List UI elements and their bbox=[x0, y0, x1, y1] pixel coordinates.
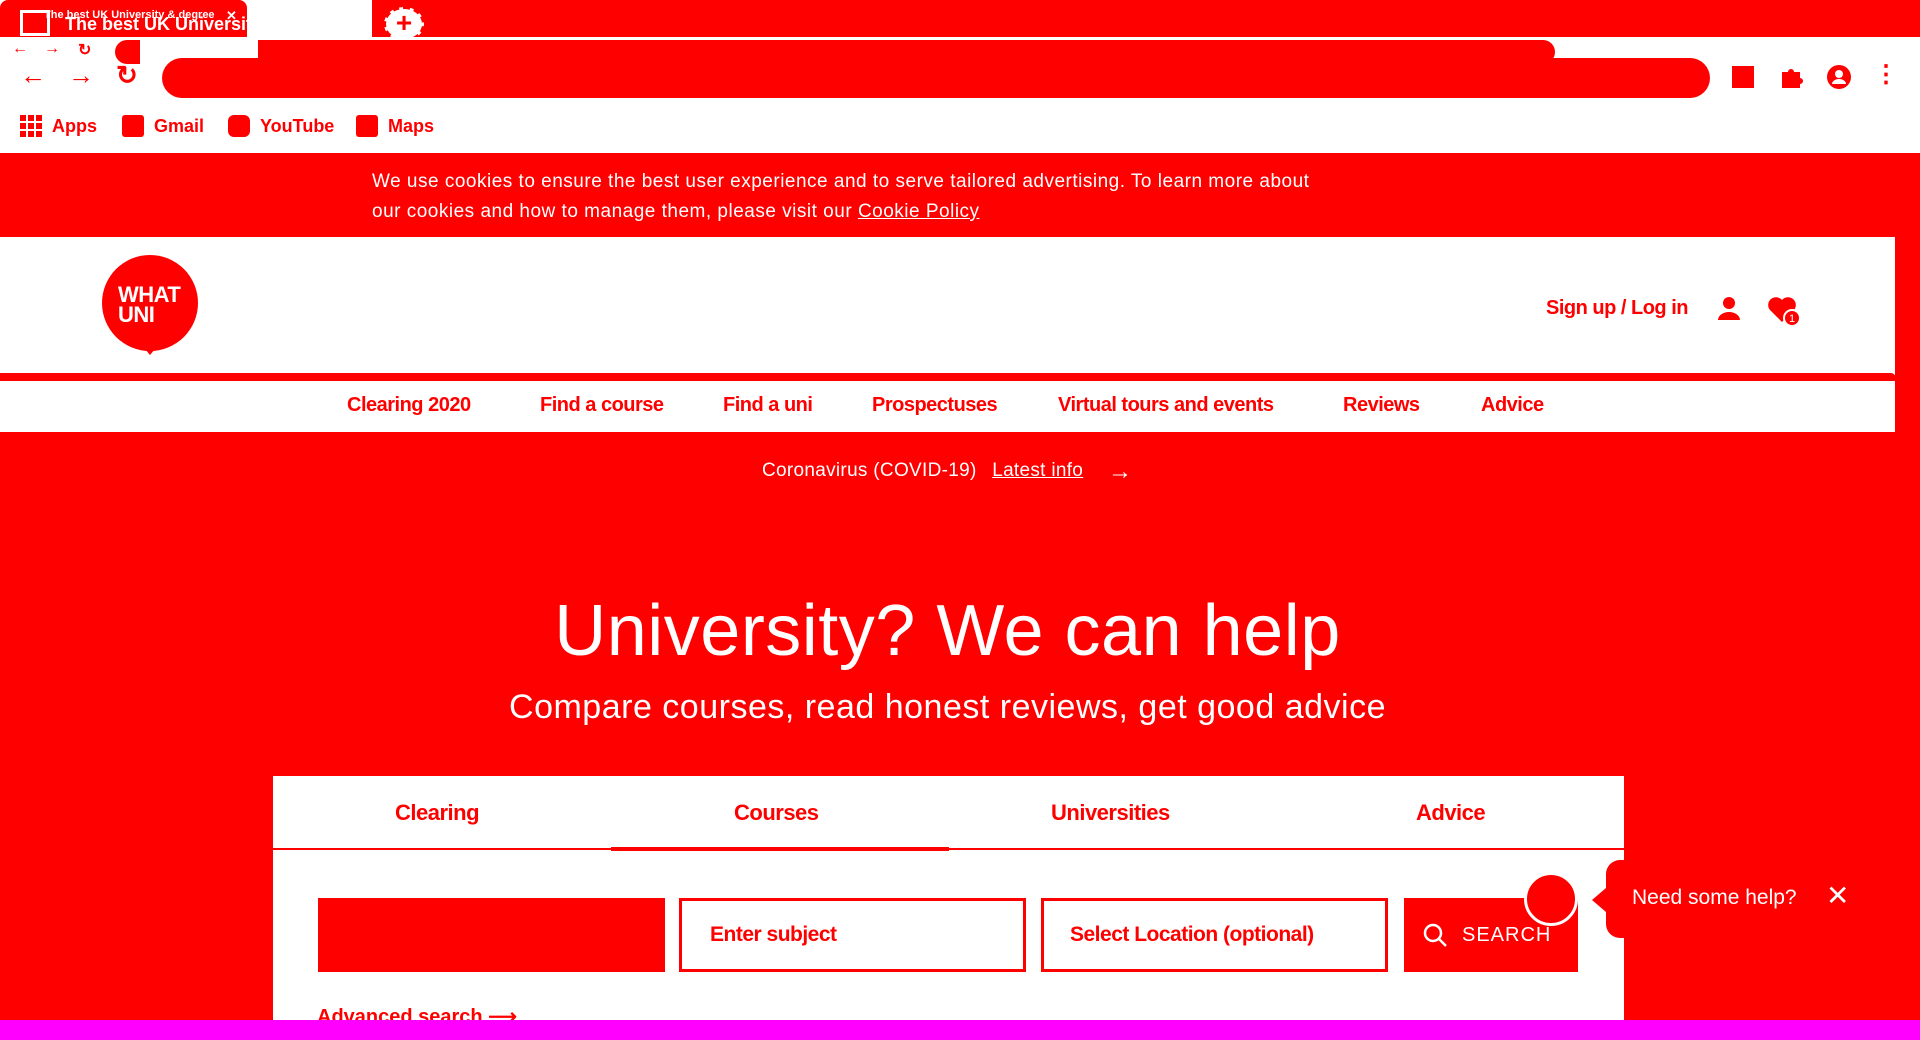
wishlist-count: 1 bbox=[1789, 313, 1795, 325]
puzzle-icon[interactable] bbox=[1778, 64, 1804, 90]
cookie-line-1: We use cookies to ensure the best user e… bbox=[372, 171, 1310, 192]
menu-kebab-icon[interactable]: ⋮ bbox=[1874, 60, 1898, 89]
cookie-banner: We use cookies to ensure the best user e… bbox=[0, 153, 1920, 237]
subject-input[interactable]: Enter subject bbox=[679, 898, 1026, 972]
search-icon bbox=[1423, 923, 1447, 947]
user-icon[interactable] bbox=[1716, 295, 1742, 321]
cookie-policy-link[interactable]: Cookie Policy bbox=[858, 201, 980, 222]
cookie-line-2: our cookies and how to manage them, plea… bbox=[372, 201, 853, 222]
forward-small-icon[interactable]: → bbox=[44, 40, 60, 58]
restore-icon[interactable]: ⧉ bbox=[1800, 8, 1813, 29]
search-button-label: SEARCH bbox=[1462, 924, 1552, 946]
tab-clearing[interactable]: Clearing bbox=[395, 800, 480, 826]
logo-line-2: UNI bbox=[118, 302, 155, 327]
bookmark-youtube[interactable]: YouTube bbox=[228, 115, 334, 137]
site-header: WHAT UNI Sign up / Log in 1 bbox=[0, 237, 1895, 375]
covid-latest-info-link[interactable]: Latest info bbox=[992, 460, 1083, 481]
location-select[interactable]: Select Location (optional) bbox=[1041, 898, 1388, 972]
extension-square-icon[interactable] bbox=[1730, 64, 1756, 90]
address-bar[interactable] bbox=[162, 58, 1710, 98]
back-small-icon[interactable]: ← bbox=[12, 40, 28, 58]
maps-icon bbox=[356, 115, 378, 137]
bookmark-maps[interactable]: Maps bbox=[356, 115, 434, 137]
profile-icon[interactable] bbox=[1826, 64, 1852, 90]
qualification-select[interactable] bbox=[318, 898, 665, 972]
bookmark-label: Apps bbox=[52, 115, 97, 136]
search-panel: Clearing Courses Universities Advice Ent… bbox=[273, 776, 1624, 1040]
hero-subtitle: Compare courses, read honest reviews, ge… bbox=[509, 688, 1386, 726]
apps-grid-icon bbox=[20, 115, 42, 137]
tab-universities[interactable]: Universities bbox=[1051, 800, 1170, 826]
active-tab-indicator bbox=[611, 847, 949, 851]
nav-clearing-2020[interactable]: Clearing 2020 bbox=[347, 394, 471, 417]
chat-text: Need some help? bbox=[1632, 886, 1797, 909]
tab-advice[interactable]: Advice bbox=[1416, 800, 1486, 826]
bookmark-gmail[interactable]: Gmail bbox=[122, 115, 204, 137]
close-window-icon[interactable]: ✕ bbox=[1876, 8, 1891, 29]
reload-small-icon[interactable]: ↻ bbox=[78, 40, 91, 60]
gmail-icon bbox=[122, 115, 144, 137]
location-placeholder: Select Location (optional) bbox=[1070, 923, 1314, 946]
tab-courses[interactable]: Courses bbox=[734, 800, 819, 826]
bottom-strip bbox=[0, 1020, 1920, 1040]
bookmark-apps[interactable]: Apps bbox=[20, 115, 97, 137]
header-divider bbox=[0, 373, 1895, 381]
hero-title: University? We can help bbox=[554, 591, 1341, 671]
nav-prospectuses[interactable]: Prospectuses bbox=[872, 394, 998, 417]
nav-reviews[interactable]: Reviews bbox=[1343, 394, 1420, 417]
whatuni-logo[interactable]: WHAT UNI bbox=[102, 255, 198, 355]
main-nav: Clearing 2020 Find a course Find a uni P… bbox=[0, 381, 1895, 432]
reload-icon[interactable]: ↻ bbox=[116, 60, 138, 91]
restore-small-icon[interactable]: ❐ bbox=[1842, 4, 1855, 21]
new-tab-button[interactable]: + bbox=[384, 7, 424, 41]
logo-text: WHAT UNI bbox=[118, 284, 181, 327]
subject-placeholder: Enter subject bbox=[710, 923, 837, 946]
minimize-icon[interactable]: — bbox=[1740, 8, 1758, 29]
bookmark-label: YouTube bbox=[260, 115, 335, 136]
nav-advice[interactable]: Advice bbox=[1481, 394, 1544, 417]
bookmark-label: Gmail bbox=[154, 115, 205, 136]
covid-notice: Coronavirus (COVID-19) Latest info bbox=[762, 460, 1083, 482]
cookie-text: We use cookies to ensure the best user e… bbox=[372, 167, 1332, 227]
chat-close-icon[interactable]: ✕ bbox=[1826, 882, 1849, 910]
covid-text: Coronavirus (COVID-19) bbox=[762, 460, 977, 481]
nav-virtual-tours[interactable]: Virtual tours and events bbox=[1058, 394, 1274, 417]
browser-window: The best UK University & degree The best… bbox=[0, 0, 1920, 1040]
heart-icon[interactable]: 1 bbox=[1766, 292, 1802, 328]
back-icon[interactable]: ← bbox=[20, 60, 46, 91]
forward-icon[interactable]: → bbox=[68, 60, 94, 91]
chat-avatar[interactable] bbox=[1524, 872, 1578, 926]
signin-link[interactable]: Sign up / Log in bbox=[1546, 297, 1688, 320]
bookmarks-bar: Apps Gmail YouTube Maps bbox=[0, 105, 1920, 145]
arrow-right-icon[interactable]: → bbox=[1108, 460, 1132, 484]
bookmark-label: Maps bbox=[388, 115, 435, 136]
nav-find-a-uni[interactable]: Find a uni bbox=[723, 394, 813, 417]
nav-find-a-course[interactable]: Find a course bbox=[540, 394, 664, 417]
youtube-icon bbox=[228, 115, 250, 137]
browser-tab[interactable]: The best UK University & degree The best… bbox=[0, 0, 262, 37]
chat-bubble[interactable]: Need some help? ✕ bbox=[1592, 860, 1920, 938]
tab-close-icon[interactable]: ✕ bbox=[226, 8, 237, 24]
